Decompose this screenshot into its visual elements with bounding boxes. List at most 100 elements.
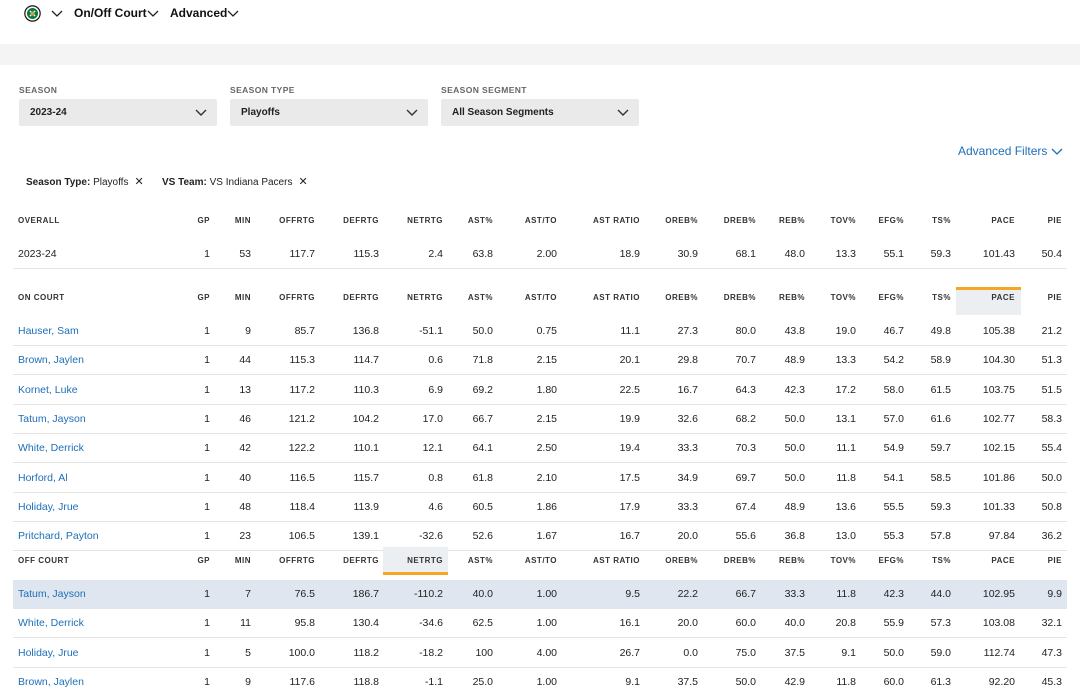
on-off-court-menu[interactable]: On/Off Court [74, 6, 147, 20]
column-header-oreb[interactable]: OREB% [665, 284, 698, 312]
stat-cell-ast: 66.7 [472, 412, 493, 425]
column-header-pie[interactable]: PIE [1048, 207, 1062, 235]
column-header-oreb[interactable]: OREB% [665, 547, 698, 575]
stat-cell-min: 9 [245, 675, 251, 688]
team-logo-icon[interactable] [24, 5, 41, 22]
chip-key: VS Team: [162, 177, 207, 188]
column-header-defrtg[interactable]: DEFRTG [343, 284, 379, 312]
column-header-ast-ratio[interactable]: AST RATIO [593, 207, 640, 235]
stat-cell-ast-to: 1.00 [536, 617, 557, 630]
column-header-reb[interactable]: REB% [779, 284, 805, 312]
stat-cell-ts: 58.9 [930, 354, 951, 367]
column-header-gp[interactable]: GP [197, 207, 210, 235]
player-name-link[interactable]: Brown, Jaylen [18, 668, 84, 692]
column-header-ast[interactable]: AST% [468, 207, 493, 235]
advanced-menu[interactable]: Advanced [170, 6, 227, 20]
stat-cell-tov: 11.1 [836, 442, 856, 455]
column-header-ast-to[interactable]: AST/TO [525, 547, 557, 575]
table-row: 2023-24 1 53 117.7 115.3 2.4 63.8 2.00 18.9 30.9 6… [0, 240, 1080, 269]
advanced-filters-chevron-down-icon[interactable] [1051, 147, 1063, 156]
stat-cell-min: 48 [239, 500, 251, 513]
column-header-defrtg[interactable]: DEFRTG [343, 547, 379, 575]
season-type-label: SEASON TYPE [230, 85, 295, 95]
column-header-gp[interactable]: GP [197, 284, 210, 312]
column-header-pie[interactable]: PIE [1048, 284, 1062, 312]
column-header-pace[interactable]: PACE [991, 207, 1015, 235]
column-header-reb[interactable]: REB% [779, 547, 805, 575]
season-type-select[interactable]: Playoffs [230, 99, 428, 126]
stat-cell-ast-ratio: 9.5 [625, 588, 640, 600]
stat-cell-dreb: 68.1 [735, 248, 756, 260]
column-header-min[interactable]: MIN [235, 284, 251, 312]
column-header-efg[interactable]: EFG% [878, 284, 904, 312]
column-header-dreb[interactable]: DREB% [724, 284, 756, 312]
column-header-ts[interactable]: TS% [932, 207, 951, 235]
column-header-ast-to[interactable]: AST/TO [525, 207, 557, 235]
stat-cell-ts: 59.3 [930, 248, 951, 260]
column-header-min[interactable]: MIN [235, 207, 251, 235]
stat-cell-ts: 58.5 [930, 471, 951, 484]
player-name-link[interactable]: Tatum, Jayson [18, 580, 86, 609]
column-header-efg[interactable]: EFG% [878, 547, 904, 575]
on-off-chevron-down-icon[interactable] [147, 8, 159, 18]
column-header-efg[interactable]: EFG% [878, 207, 904, 235]
advanced-chevron-down-icon[interactable] [227, 8, 239, 18]
stat-cell-pie: 45.3 [1041, 675, 1062, 688]
stat-cell-dreb: 66.7 [735, 588, 756, 600]
player-name-link[interactable]: Kornet, Luke [18, 376, 78, 405]
table-row: Holiday, Jrue 1 5 100.0 118.2 -18.2 100 4.00 26.… [0, 639, 1080, 668]
stat-cell-ast-to: 2.50 [536, 442, 557, 455]
column-header-tov[interactable]: TOV% [831, 284, 856, 312]
player-name-link[interactable]: Hauser, Sam [18, 317, 79, 346]
column-header-ts[interactable]: TS% [932, 547, 951, 575]
column-header-netrtg[interactable]: NETRTG [407, 547, 443, 575]
table-row: Kornet, Luke 1 13 117.2 110.3 6.9 69.2 1.80 22.5… [0, 376, 1080, 405]
stat-cell-netrtg: -1.1 [424, 675, 443, 688]
filter-chip-season-type[interactable]: Season Type: Playoffs ✕ [26, 175, 144, 188]
column-header-ast-ratio[interactable]: AST RATIO [593, 547, 640, 575]
season-select[interactable]: 2023-24 [19, 99, 217, 126]
player-name-link[interactable]: White, Derrick [18, 609, 84, 638]
stat-cell-tov: 11.8 [836, 471, 856, 484]
column-header-reb[interactable]: REB% [779, 207, 805, 235]
column-header-ast[interactable]: AST% [468, 284, 493, 312]
column-header-min[interactable]: MIN [235, 547, 251, 575]
column-header-netrtg[interactable]: NETRTG [407, 207, 443, 235]
player-name-link[interactable]: White, Derrick [18, 434, 84, 463]
column-header-ast-ratio[interactable]: AST RATIO [593, 284, 640, 312]
column-header-offrtg[interactable]: OFFRTG [279, 284, 315, 312]
column-header-ast-to[interactable]: AST/TO [525, 284, 557, 312]
advanced-filters-link[interactable]: Advanced Filters [958, 144, 1047, 158]
column-header-dreb[interactable]: DREB% [724, 207, 756, 235]
stat-cell-dreb: 60.0 [735, 617, 756, 630]
column-header-pace[interactable]: PACE [991, 284, 1015, 312]
stat-cell-netrtg: 4.6 [428, 500, 443, 513]
column-header-pie[interactable]: PIE [1048, 547, 1062, 575]
column-header-defrtg[interactable]: DEFRTG [343, 207, 379, 235]
table-row: Brown, Jaylen 1 9 117.6 118.8 -1.1 25.0 1.00 9.1… [0, 668, 1080, 692]
stat-cell-ast-ratio: 18.9 [619, 248, 640, 260]
column-header-gp[interactable]: GP [197, 547, 210, 575]
season-segment-select[interactable]: All Season Segments [441, 99, 639, 126]
column-header-ast[interactable]: AST% [468, 547, 493, 575]
player-name-link[interactable]: Holiday, Jrue [18, 493, 79, 522]
remove-chip-icon[interactable]: ✕ [298, 176, 307, 188]
stat-cell-defrtg: 110.3 [353, 383, 380, 396]
column-header-ts[interactable]: TS% [932, 284, 951, 312]
column-header-tov[interactable]: TOV% [831, 207, 856, 235]
filter-chip-vs-team[interactable]: VS Team: VS Indiana Pacers ✕ [162, 175, 308, 188]
column-header-offrtg[interactable]: OFFRTG [279, 207, 315, 235]
column-header-oreb[interactable]: OREB% [665, 207, 698, 235]
column-header-pace[interactable]: PACE [991, 547, 1015, 575]
column-header-netrtg[interactable]: NETRTG [407, 284, 443, 312]
player-name-link[interactable]: Horford, Al [18, 464, 68, 493]
remove-chip-icon[interactable]: ✕ [134, 176, 143, 188]
column-header-dreb[interactable]: DREB% [724, 547, 756, 575]
column-header-tov[interactable]: TOV% [831, 547, 856, 575]
player-name-link[interactable]: Holiday, Jrue [18, 639, 79, 668]
column-header-offrtg[interactable]: OFFRTG [279, 547, 315, 575]
player-name-link[interactable]: Tatum, Jayson [18, 405, 86, 434]
stat-cell-ast-to: 1.80 [536, 383, 557, 396]
player-name-link[interactable]: Brown, Jaylen [18, 346, 84, 375]
team-chevron-down-icon[interactable] [51, 8, 63, 18]
